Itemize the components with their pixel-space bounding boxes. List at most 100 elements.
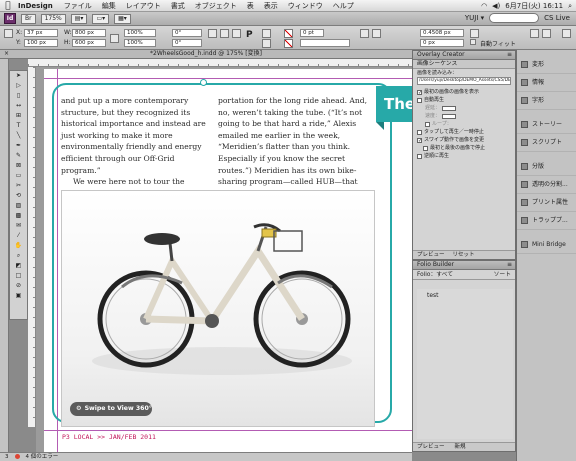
dock-item-separations[interactable]: 分版 [517, 158, 576, 176]
dock-item-glyphs[interactable]: 字形 [517, 92, 576, 110]
scale-x-field[interactable]: 100% [124, 29, 156, 37]
scissors-tool-icon[interactable]: ✂ [10, 181, 27, 191]
stroke-none-icon[interactable] [284, 39, 293, 48]
wifi-icon[interactable]: ◠ [481, 2, 487, 10]
menu-type[interactable]: 書式 [166, 1, 190, 11]
fitting-icon[interactable] [470, 29, 479, 38]
folio-filter-dropdown[interactable]: Folio：すべて [417, 270, 453, 279]
menu-help[interactable]: ヘルプ [328, 1, 359, 11]
align-icon[interactable] [530, 29, 539, 38]
help-search-input[interactable] [489, 13, 540, 23]
speed-field[interactable] [442, 113, 457, 119]
shear-field[interactable]: 0° [172, 39, 202, 47]
effects-icon[interactable] [360, 29, 369, 38]
overlay-creator-titlebar[interactable]: Overlay Creator ≡ [413, 51, 515, 60]
arrange-documents-button[interactable]: ▦▾ [114, 13, 131, 24]
frame-handle[interactable] [200, 79, 207, 86]
spotlight-icon[interactable]: ⌕ [568, 2, 572, 11]
dock-item-attributes[interactable]: プリント属性 [517, 194, 576, 212]
menu-view[interactable]: 表示 [259, 1, 283, 11]
menu-edit[interactable]: 編集 [97, 1, 121, 11]
dimension-field-2[interactable]: 0 px [420, 39, 464, 47]
dock-item-story[interactable]: ストーリー [517, 116, 576, 134]
headline-banner[interactable]: The [376, 86, 412, 122]
bike-image-frame[interactable] [61, 190, 375, 427]
bridge-button[interactable]: Br [21, 13, 36, 24]
dock-item-trap-presets[interactable]: トラッププ... [517, 212, 576, 230]
dock-item-info[interactable]: 情報 [517, 74, 576, 92]
folio-builder-titlebar[interactable]: Folio Builder ≡ [413, 261, 515, 270]
cs-live-button[interactable]: CS Live [544, 14, 570, 22]
folio-list-item[interactable]: test [417, 289, 513, 302]
gradient-feather-tool-icon[interactable]: ▩ [10, 211, 27, 221]
height-field[interactable]: 600 px [72, 39, 106, 47]
flip-vertical-icon[interactable] [232, 29, 241, 38]
image-sequence-tab[interactable]: 画像シーケンス [413, 60, 515, 69]
dock-item-scripts[interactable]: スクリプト [517, 134, 576, 152]
y-field[interactable]: 100 px [24, 39, 58, 47]
reverse-play-checkbox[interactable] [417, 153, 422, 159]
image-folder-path[interactable]: /Users/yuji/Desktop/DEMO_Assets/CS5/DEMO… [417, 77, 511, 85]
pencil-tool-icon[interactable]: ✎ [10, 151, 27, 161]
stop-at-ends-checkbox[interactable] [423, 145, 428, 151]
show-first-image-checkbox[interactable]: ✓ [417, 89, 422, 95]
scale-y-field[interactable]: 100% [124, 39, 156, 47]
tap-to-play-checkbox[interactable] [417, 129, 422, 135]
dock-item-flattener[interactable]: 透明の分割... [517, 176, 576, 194]
pen-tool-icon[interactable]: ✒ [10, 141, 27, 151]
delay-field[interactable] [442, 105, 457, 111]
error-count[interactable]: 4 個のエラー [26, 453, 59, 461]
gradient-swatch-tool-icon[interactable]: ▨ [10, 201, 27, 211]
fill-none-icon[interactable] [284, 29, 293, 38]
menu-file[interactable]: ファイル [59, 1, 97, 11]
paragraph-icon[interactable]: P [246, 30, 253, 40]
dock-item-mini-bridge[interactable]: Mini Bridge [517, 236, 576, 254]
rectangle-frame-tool-icon[interactable]: ⊠ [10, 161, 27, 171]
control-panel-menu-icon[interactable] [562, 29, 571, 38]
workspace-switcher[interactable]: YUJI ▾ [465, 14, 484, 22]
vertical-ruler[interactable] [28, 67, 36, 427]
autoplay-checkbox[interactable] [417, 97, 422, 103]
menu-window[interactable]: ウィンドウ [283, 1, 328, 11]
free-transform-tool-icon[interactable]: ⟲ [10, 191, 27, 201]
panel-menu-icon[interactable]: ≡ [507, 51, 512, 59]
apple-icon[interactable]:  [0, 1, 16, 11]
gap-tool-icon[interactable]: ↔ [10, 101, 27, 111]
page-tool-icon[interactable]: ▯ [10, 91, 27, 101]
menu-object[interactable]: オブジェクト [190, 1, 242, 11]
zoom-tool-icon[interactable]: ⌕ [10, 251, 27, 261]
select-content-icon[interactable] [262, 39, 271, 48]
horizontal-ruler[interactable] [28, 59, 412, 67]
reference-point-icon[interactable] [4, 29, 13, 38]
content-collector-icon[interactable]: ⊞ [10, 111, 27, 121]
close-document-icon[interactable]: × [4, 50, 9, 58]
page-number-field[interactable]: 3 [5, 453, 9, 461]
flip-horizontal-icon[interactable] [220, 29, 229, 38]
menu-app-name[interactable]: InDesign [16, 2, 59, 10]
overlay-preview-button[interactable]: プレビュー [417, 251, 445, 259]
note-tool-icon[interactable]: ✉ [10, 221, 27, 231]
width-field[interactable]: 800 px [72, 29, 106, 37]
document-tab[interactable]: × *2WheelsGood_h.indd @ 175% [変換] [0, 50, 412, 59]
constrain-proportions-icon[interactable] [110, 34, 119, 43]
drop-shadow-icon[interactable] [372, 29, 381, 38]
eyedropper-tool-icon[interactable]: ⁄ [10, 231, 27, 241]
panel-menu-icon[interactable]: ≡ [507, 261, 512, 269]
select-container-icon[interactable] [262, 29, 271, 38]
autofit-checkbox[interactable] [470, 39, 476, 45]
apply-none-icon[interactable]: ⊘ [10, 281, 27, 291]
hand-tool-icon[interactable]: ✋ [10, 241, 27, 251]
view-options-button[interactable]: ▤▾ [70, 13, 88, 24]
distribute-icon[interactable] [542, 29, 551, 38]
selection-tool-icon[interactable]: ➤ [10, 71, 27, 81]
menu-table[interactable]: 表 [242, 1, 259, 11]
rectangle-tool-icon[interactable]: ▭ [10, 171, 27, 181]
zoom-level[interactable]: 175% [40, 13, 66, 24]
stroke-type-dropdown[interactable] [300, 39, 350, 47]
fill-stroke-icon[interactable]: ◩ [10, 261, 27, 271]
menu-layout[interactable]: レイアウト [121, 1, 166, 11]
screen-mode-icon[interactable]: ▣ [10, 291, 27, 301]
folio-sort-dropdown[interactable]: ソート [494, 270, 511, 279]
line-tool-icon[interactable]: ╲ [10, 131, 27, 141]
folio-preview-button[interactable]: プレビュー [417, 443, 445, 451]
